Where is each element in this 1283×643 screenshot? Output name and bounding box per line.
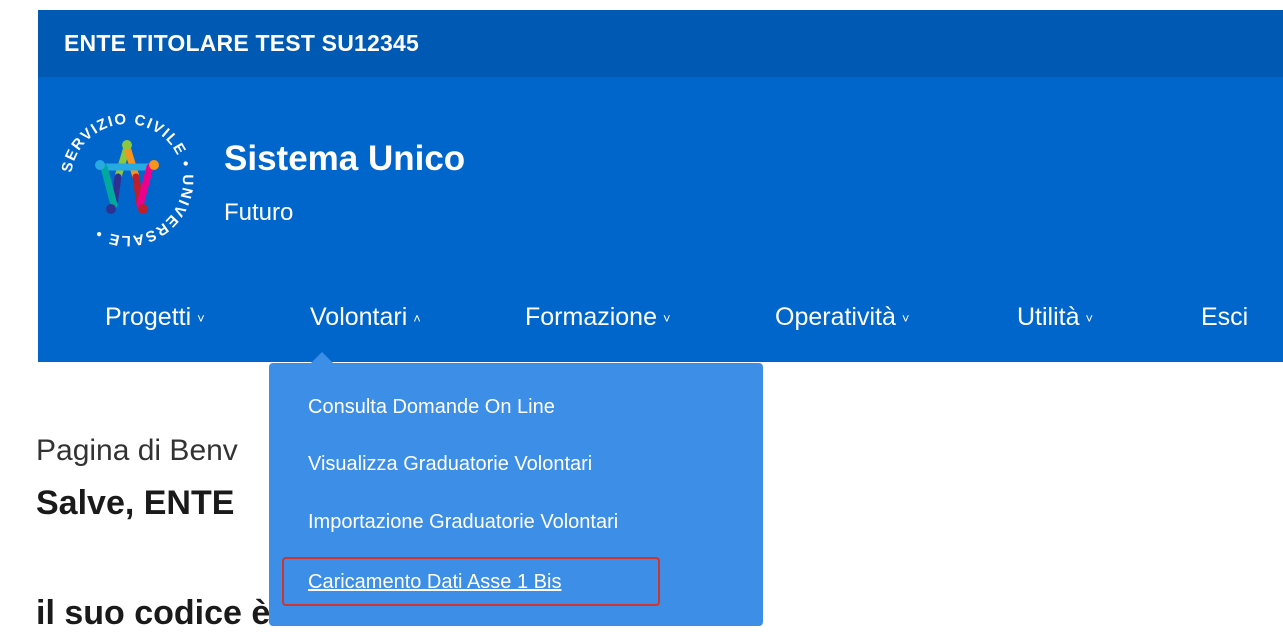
nav-formazione[interactable]: Formazione ˅ xyxy=(525,303,671,332)
menu-item-consulta-domande[interactable]: Consulta Domande On Line xyxy=(308,396,555,419)
top-bar: ENTE TITOLARE TEST SU12345 xyxy=(38,10,1283,77)
chevron-up-icon: ˄ xyxy=(413,311,421,326)
header: SERVIZIO CIVILE • UNIVERSALE • Sistema U… xyxy=(38,77,1283,362)
dropdown-caret xyxy=(311,352,333,363)
nav-label: Operatività xyxy=(775,303,896,331)
nav-label: Progetti xyxy=(105,303,192,331)
nav-operativita[interactable]: Operatività ˅ xyxy=(775,303,909,332)
nav-utilita[interactable]: Utilità ˅ xyxy=(1017,303,1093,332)
chevron-down-icon: ˅ xyxy=(197,311,205,326)
welcome-text: Pagina di Benv xyxy=(36,434,238,467)
nav-label: Esci xyxy=(1201,303,1249,331)
nav-label: Utilità xyxy=(1017,303,1080,331)
brand-subtitle: Futuro xyxy=(224,199,294,226)
ente-title: ENTE TITOLARE TEST SU12345 xyxy=(64,30,419,56)
servizio-civile-logo-icon: SERVIZIO CIVILE • UNIVERSALE • xyxy=(58,111,196,249)
brand-title: Sistema Unico xyxy=(224,139,466,178)
menu-item-importazione-graduatorie[interactable]: Importazione Graduatorie Volontari xyxy=(308,511,618,534)
nav-volontari[interactable]: Volontari ˄ xyxy=(310,303,421,332)
svg-text:SERVIZIO CIVILE • UNIVERSALE •: SERVIZIO CIVILE • UNIVERSALE • xyxy=(58,111,196,249)
highlight-box xyxy=(282,557,660,606)
chevron-down-icon: ˅ xyxy=(663,311,671,326)
greeting-text: Salve, ENTE xyxy=(36,484,235,522)
chevron-down-icon: ˅ xyxy=(1085,311,1094,326)
nav-progetti[interactable]: Progetti ˅ xyxy=(105,303,205,332)
chevron-down-icon: ˅ xyxy=(901,311,910,326)
nav-label: Formazione xyxy=(525,303,657,331)
nav-esci[interactable]: Esci xyxy=(1201,303,1248,332)
nav-label: Volontari xyxy=(310,303,408,331)
menu-item-visualizza-graduatorie[interactable]: Visualizza Graduatorie Volontari xyxy=(308,453,592,476)
